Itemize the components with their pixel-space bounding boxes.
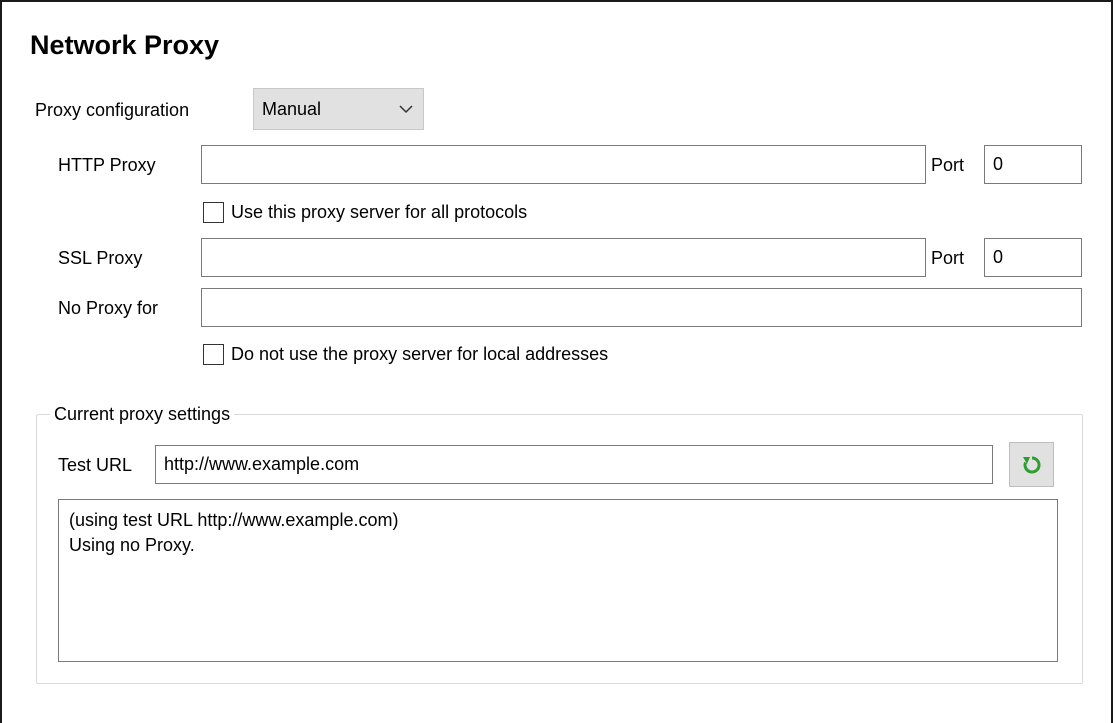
use-all-protocols-label: Use this proxy server for all protocols <box>231 202 528 222</box>
use-all-protocols-checkbox[interactable] <box>203 202 224 223</box>
http-port-input[interactable]: 0 <box>984 145 1082 184</box>
http-proxy-input[interactable] <box>201 145 926 184</box>
ssl-proxy-input[interactable] <box>201 238 926 277</box>
page-title: Network Proxy <box>30 30 220 60</box>
http-proxy-label: HTTP Proxy <box>58 155 156 175</box>
ssl-proxy-label: SSL Proxy <box>58 248 143 268</box>
no-proxy-input[interactable] <box>201 288 1082 327</box>
test-url-label: Test URL <box>58 455 133 475</box>
current-settings-legend: Current proxy settings <box>50 403 235 425</box>
http-port-label: Port <box>931 155 965 175</box>
ssl-port-input[interactable]: 0 <box>984 238 1082 277</box>
refresh-button[interactable] <box>1009 442 1054 487</box>
ssl-port-label: Port <box>931 248 965 268</box>
chevron-down-icon <box>399 102 413 116</box>
proxy-result-output: (using test URL http://www.example.com) … <box>58 499 1058 662</box>
proxy-configuration-label: Proxy configuration <box>35 100 190 120</box>
result-line: (using test URL http://www.example.com) <box>69 510 399 530</box>
no-local-checkbox[interactable] <box>203 344 224 365</box>
result-line: Using no Proxy. <box>69 535 195 555</box>
refresh-icon <box>1021 454 1043 476</box>
no-proxy-label: No Proxy for <box>58 298 159 318</box>
proxy-configuration-select[interactable]: Manual <box>253 88 424 130</box>
no-local-label: Do not use the proxy server for local ad… <box>231 344 609 364</box>
proxy-configuration-value: Manual <box>262 98 322 119</box>
test-url-input[interactable]: http://www.example.com <box>155 445 993 484</box>
